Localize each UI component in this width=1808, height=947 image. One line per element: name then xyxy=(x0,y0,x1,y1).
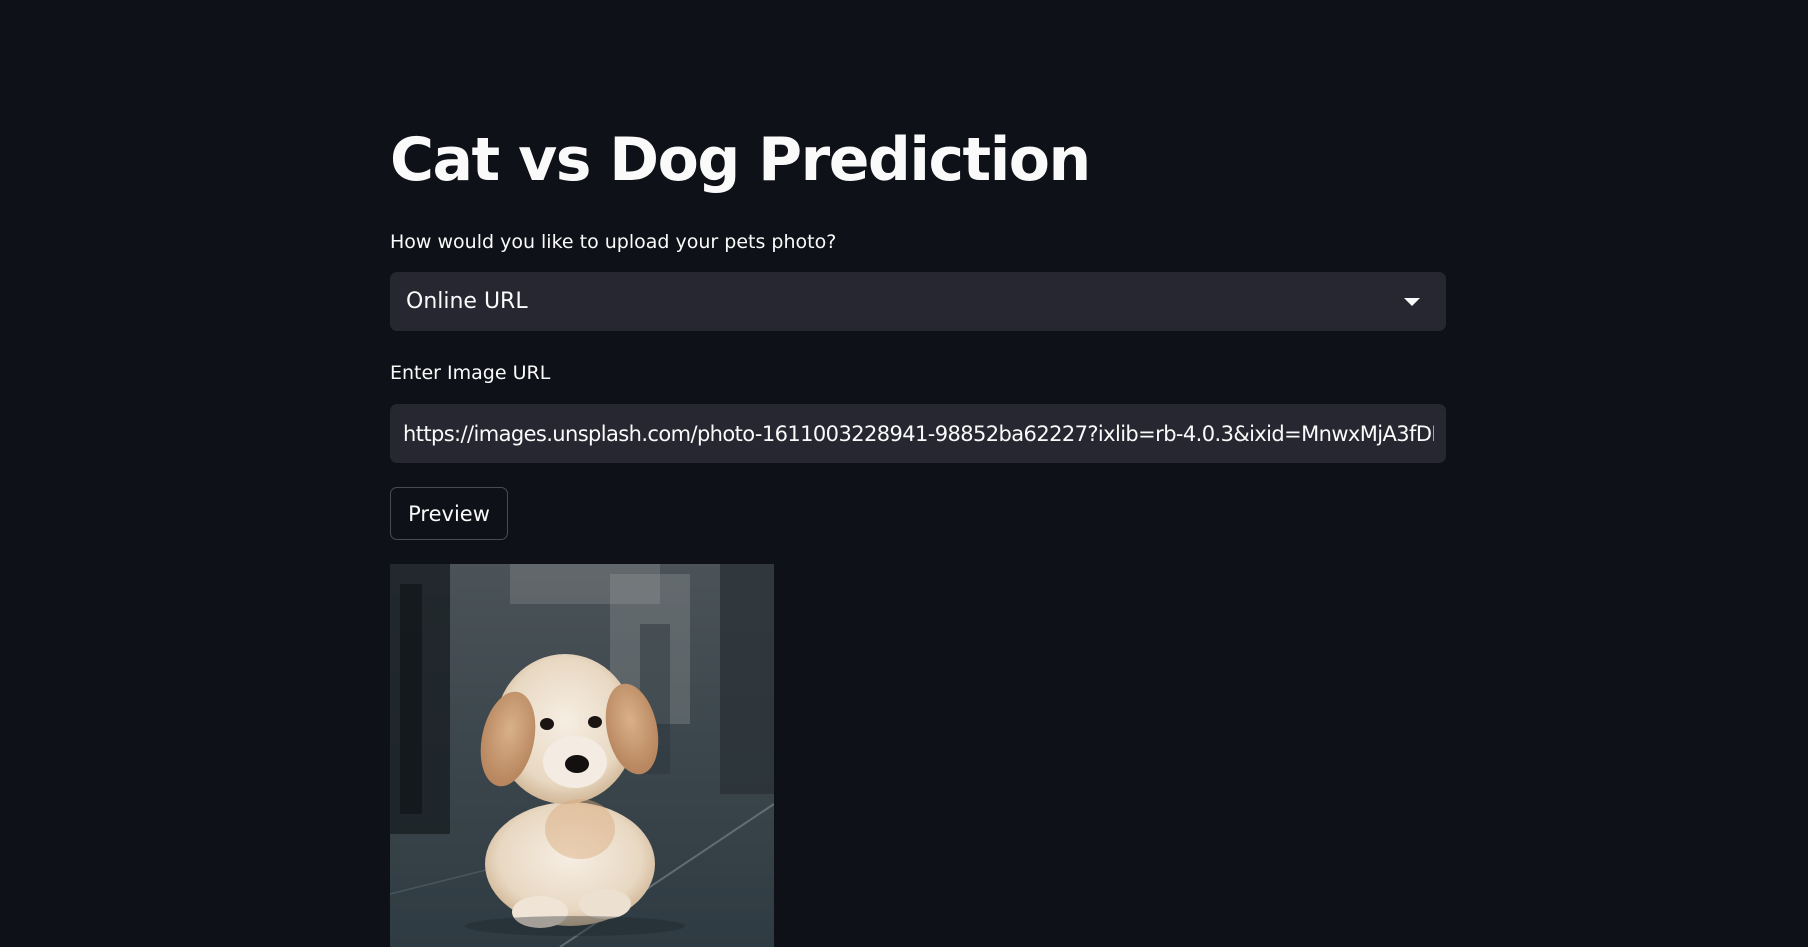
preview-button[interactable]: Preview xyxy=(390,487,508,540)
image-url-label: Enter Image URL xyxy=(390,362,551,384)
chevron-down-icon[interactable] xyxy=(1404,298,1420,306)
image-url-field-wrapper xyxy=(390,404,1446,463)
page-title: Cat vs Dog Prediction xyxy=(390,125,1091,195)
app-page: Cat vs Dog Prediction How would you like… xyxy=(0,0,1808,947)
upload-method-value: Online URL xyxy=(406,289,528,314)
preview-image xyxy=(390,564,774,947)
puppy-photo-illustration xyxy=(390,564,774,947)
image-url-input[interactable] xyxy=(390,404,1446,463)
upload-method-label: How would you like to upload your pets p… xyxy=(390,231,837,253)
upload-method-select[interactable]: Online URL xyxy=(390,272,1446,331)
